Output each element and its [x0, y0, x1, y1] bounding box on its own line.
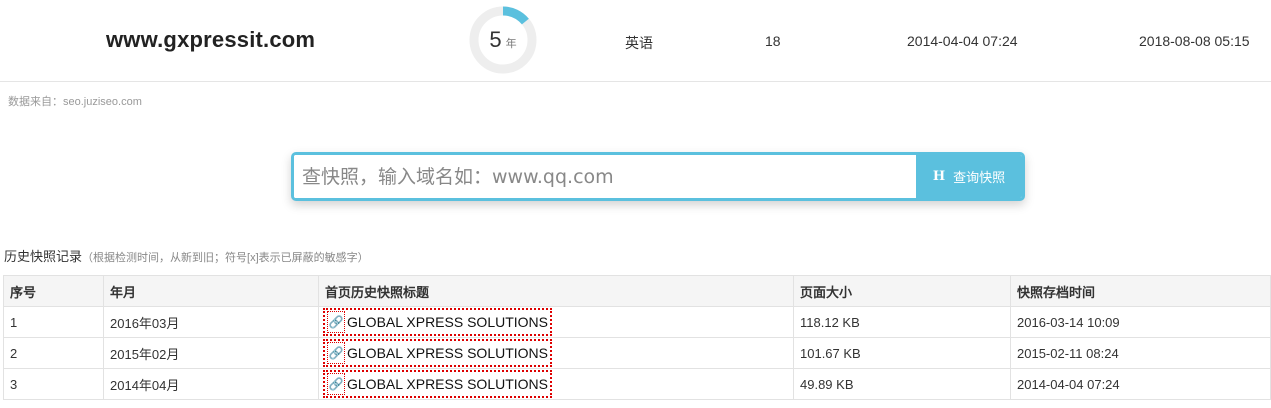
snapshot-link[interactable]: 🔗 GLOBAL XPRESS SOLUTIONS [323, 339, 552, 367]
last-snapshot-date: 2018-08-08 05:15 [1139, 33, 1250, 49]
search-button[interactable]: H 查询快照 [916, 155, 1022, 198]
age-ring: 5 年 [468, 5, 538, 75]
link-icon: 🔗 [327, 373, 345, 395]
row-index: 1 [3, 306, 104, 338]
table-row: 3 2014年04月 🔗 GLOBAL XPRESS SOLUTIONS 49.… [3, 368, 1271, 400]
history-title: 历史快照记录 [4, 249, 83, 264]
history-table: 序号 年月 首页历史快照标题 页面大小 快照存档时间 1 2016年03月 🔗 … [3, 275, 1271, 400]
row-time: 2016-03-14 10:09 [1010, 306, 1271, 338]
row-size: 101.67 KB [793, 337, 1011, 369]
column-header-title: 首页历史快照标题 [318, 275, 794, 307]
row-title-cell: 🔗 GLOBAL XPRESS SOLUTIONS [318, 337, 794, 369]
table-row: 1 2016年03月 🔗 GLOBAL XPRESS SOLUTIONS 118… [3, 306, 1271, 338]
age-unit: 年 [505, 38, 517, 50]
row-title-cell: 🔗 GLOBAL XPRESS SOLUTIONS [318, 368, 794, 400]
row-month: 2015年02月 [103, 337, 319, 369]
snapshot-link[interactable]: 🔗 GLOBAL XPRESS SOLUTIONS [323, 370, 552, 398]
row-index: 3 [3, 368, 104, 400]
first-snapshot-date: 2014-04-04 07:24 [907, 33, 1018, 49]
history-heading: 历史快照记录（根据检测时间，从新到旧；符号[x]表示已屏蔽的敏感字） [4, 246, 369, 265]
snapshot-title: GLOBAL XPRESS SOLUTIONS [347, 314, 548, 330]
snapshot-title: GLOBAL XPRESS SOLUTIONS [347, 345, 548, 361]
row-month: 2014年04月 [103, 368, 319, 400]
row-month: 2016年03月 [103, 306, 319, 338]
row-size: 49.89 KB [793, 368, 1011, 400]
data-source-note: 数据来自：seo.juziseo.com [8, 96, 142, 108]
age-value: 5 [489, 27, 502, 52]
table-row: 2 2015年02月 🔗 GLOBAL XPRESS SOLUTIONS 101… [3, 337, 1271, 369]
site-language: 英语 [625, 35, 653, 51]
column-header-month: 年月 [103, 275, 319, 307]
domain-name[interactable]: www.gxpressit.com [106, 27, 315, 53]
table-header-row: 序号 年月 首页历史快照标题 页面大小 快照存档时间 [3, 275, 1271, 307]
column-header-size: 页面大小 [793, 275, 1011, 307]
column-header-index: 序号 [3, 275, 104, 307]
history-note: （根据检测时间，从新到旧；符号[x]表示已屏蔽的敏感字） [82, 252, 369, 264]
snapshot-count: 18 [765, 33, 781, 49]
row-time: 2014-04-04 07:24 [1010, 368, 1271, 400]
row-size: 118.12 KB [793, 306, 1011, 338]
row-index: 2 [3, 337, 104, 369]
h-letter-icon: H [932, 169, 946, 184]
search-button-label: 查询快照 [953, 170, 1006, 185]
snapshot-link[interactable]: 🔗 GLOBAL XPRESS SOLUTIONS [323, 308, 552, 336]
column-header-time: 快照存档时间 [1010, 275, 1271, 307]
search-box: H 查询快照 [291, 152, 1025, 201]
link-icon: 🔗 [327, 342, 345, 364]
row-time: 2015-02-11 08:24 [1010, 337, 1271, 369]
row-title-cell: 🔗 GLOBAL XPRESS SOLUTIONS [318, 306, 794, 338]
link-icon: 🔗 [327, 311, 345, 333]
search-input[interactable] [294, 155, 919, 198]
site-summary-row: www.gxpressit.com 5 年 英语 18 2014-04-04 0… [0, 0, 1271, 82]
snapshot-title: GLOBAL XPRESS SOLUTIONS [347, 376, 548, 392]
